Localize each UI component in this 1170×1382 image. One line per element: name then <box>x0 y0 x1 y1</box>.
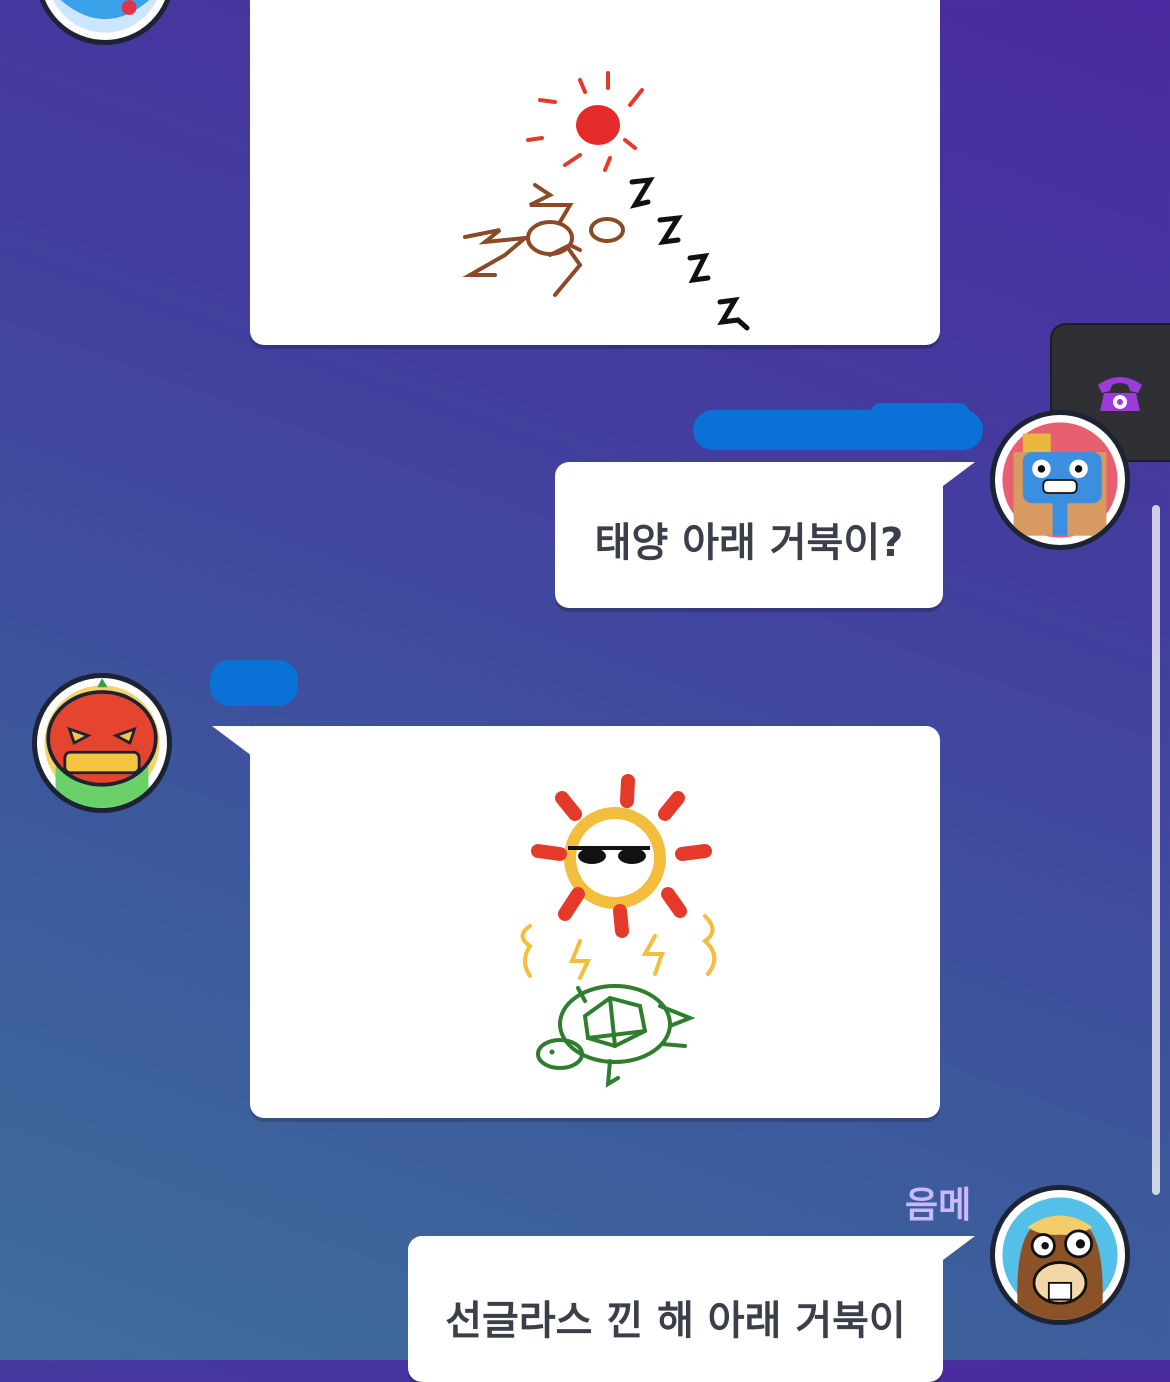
drawing-message-2[interactable] <box>250 726 940 1118</box>
llama-icon <box>1002 1197 1118 1320</box>
blue-monster-icon <box>53 0 157 33</box>
bubble-tail <box>935 462 975 492</box>
avatar-crowned-monster[interactable] <box>990 410 1130 550</box>
sleeping-under-sun-drawing <box>462 71 750 331</box>
redacted-sender-name-part <box>870 403 970 425</box>
bubble-tail <box>935 1236 975 1266</box>
avatar-llama[interactable] <box>990 1185 1130 1325</box>
bubble-tail <box>212 726 252 756</box>
redacted-sender-name <box>210 660 298 706</box>
sender-name: 음메 <box>905 1185 972 1226</box>
pumpkin-icon <box>44 678 160 808</box>
avatar-blue-monster[interactable] <box>35 0 175 45</box>
crowned-monster-icon <box>1002 422 1118 538</box>
text-message-2[interactable]: 선글라스 낀 해 아래 거북이 <box>408 1236 943 1382</box>
sun-and-turtle-drawing <box>520 774 717 1088</box>
message-text: 선글라스 낀 해 아래 거북이 <box>445 1298 906 1344</box>
message-text: 태양 아래 거북이? <box>594 520 904 566</box>
telephone-icon <box>1098 377 1142 411</box>
scrollbar-thumb[interactable] <box>1152 505 1160 1195</box>
avatar-pumpkin[interactable] <box>32 673 172 813</box>
drawing-message-1[interactable] <box>250 0 940 345</box>
text-message-1[interactable]: 태양 아래 거북이? <box>555 462 943 608</box>
